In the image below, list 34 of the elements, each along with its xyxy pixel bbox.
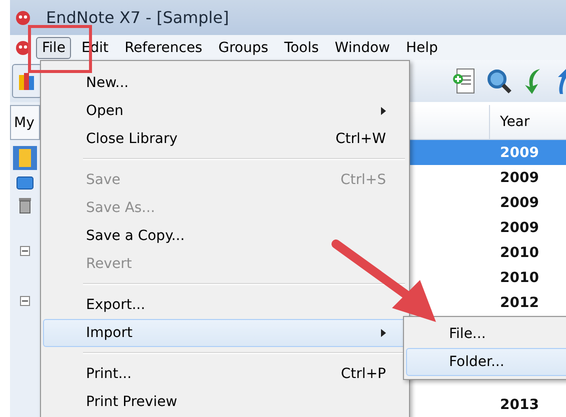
menu-item[interactable]: References <box>118 36 208 58</box>
books-icon <box>18 71 36 91</box>
year-cell-text: 2009 <box>499 194 540 212</box>
panel-tab[interactable]: My <box>10 105 40 140</box>
collapse-icon[interactable] <box>20 296 30 306</box>
menu-entry[interactable]: File... <box>406 320 566 348</box>
menu-item[interactable]: File <box>36 36 72 58</box>
collapse-icon[interactable] <box>20 246 30 256</box>
column-header[interactable]: Year <box>489 105 566 139</box>
menu-item[interactable]: Help <box>400 36 444 58</box>
folder-icon[interactable] <box>16 176 34 190</box>
menu-item[interactable]: Groups <box>212 36 274 58</box>
add-document-icon[interactable] <box>452 67 476 95</box>
menu-item[interactable]: Window <box>328 36 396 58</box>
menu-entry[interactable]: Open <box>43 97 407 125</box>
menu-item[interactable]: Tools <box>278 36 325 58</box>
menu-entry[interactable]: Export... <box>43 291 166 319</box>
trash-icon[interactable] <box>18 196 32 214</box>
year-cell-text: 2013 <box>499 396 540 414</box>
menu-entry[interactable]: Print Preview <box>43 388 198 416</box>
menu-entry[interactable]: Print... Ctrl+P <box>43 360 407 388</box>
year-cell-text: 2009 <box>499 168 540 188</box>
year-cell-text: 2009 <box>499 218 540 238</box>
year-cell-text: 2009 <box>499 144 540 162</box>
year-cell-text: 2010 <box>499 244 540 262</box>
search-icon[interactable] <box>486 68 512 94</box>
menu-entry[interactable]: New... <box>43 69 150 97</box>
year-cell-text: 2012 <box>499 294 540 312</box>
menu-entry[interactable]: Save a Copy... <box>43 222 206 250</box>
app-logo-icon <box>14 10 32 26</box>
menu-entry[interactable]: Folder... <box>406 348 566 376</box>
menu-entry[interactable]: Close Library Ctrl+W <box>43 125 407 153</box>
year-cell-text: 2010 <box>499 268 540 288</box>
window-title: EndNote X7 - [Sample] <box>46 8 229 27</box>
